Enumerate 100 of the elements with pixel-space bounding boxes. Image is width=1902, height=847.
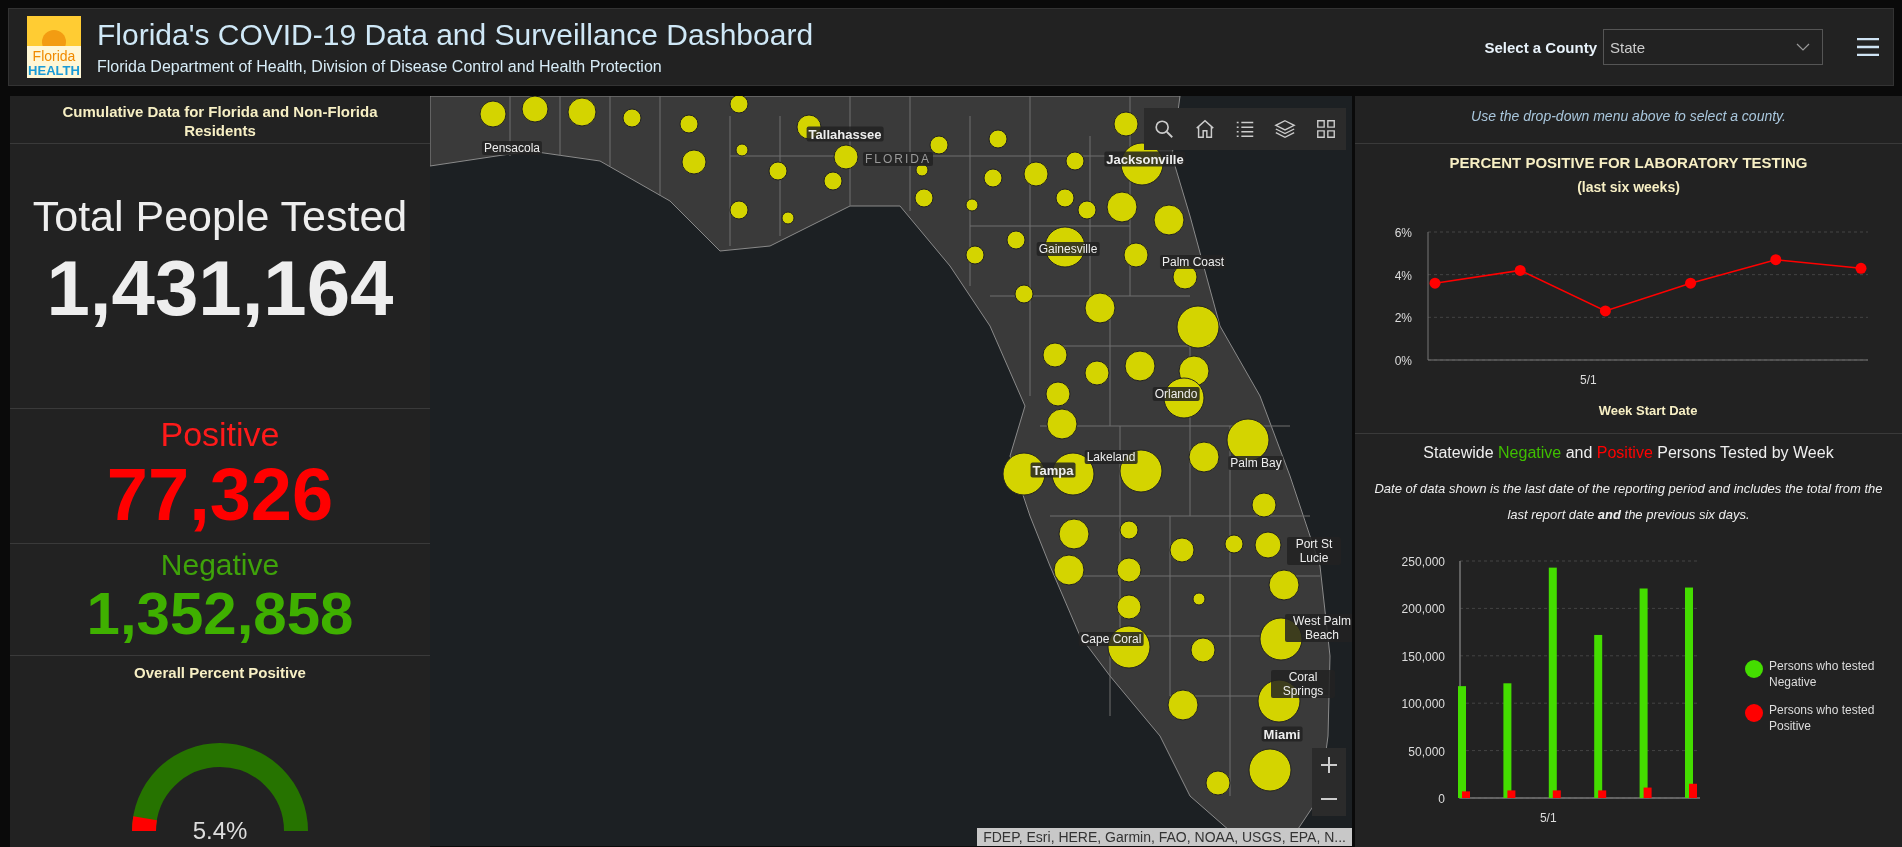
- case-circle[interactable]: [1045, 381, 1071, 407]
- case-circle[interactable]: [988, 129, 1008, 149]
- case-circle[interactable]: [1190, 637, 1216, 663]
- case-circle[interactable]: [781, 211, 795, 225]
- data-point[interactable]: [1514, 264, 1526, 276]
- case-circle[interactable]: [479, 100, 507, 128]
- case-circle[interactable]: [681, 149, 707, 175]
- data-point[interactable]: [1429, 277, 1441, 289]
- case-circle[interactable]: [1046, 408, 1078, 440]
- case-circle[interactable]: [1123, 242, 1149, 268]
- case-circle[interactable]: [1113, 111, 1139, 137]
- case-circle[interactable]: [1023, 161, 1049, 187]
- case-circle[interactable]: [1205, 770, 1231, 796]
- map-label: Orlando: [1152, 387, 1200, 401]
- case-circle[interactable]: [1176, 305, 1220, 349]
- map-label: Palm Bay: [1228, 456, 1284, 470]
- case-circle[interactable]: [1116, 557, 1142, 583]
- map-view[interactable]: [430, 96, 1352, 846]
- case-circle[interactable]: [1248, 748, 1292, 792]
- axis-tick-label: 5/1: [1580, 373, 1597, 387]
- map-label: FLORIDA: [863, 152, 933, 166]
- case-circle[interactable]: [735, 143, 749, 157]
- axis-tick-label: 150,000: [1401, 649, 1445, 664]
- florida-health-logo: Florida HEALTH: [27, 16, 81, 78]
- grid-icon[interactable]: [1314, 118, 1337, 140]
- case-circle[interactable]: [1042, 342, 1068, 368]
- case-circle[interactable]: [1169, 537, 1195, 563]
- chart-bar[interactable]: [1552, 790, 1561, 798]
- case-circle[interactable]: [1084, 292, 1116, 324]
- case-circle[interactable]: [1077, 200, 1097, 220]
- case-circle[interactable]: [567, 97, 597, 127]
- chart-bar[interactable]: [1689, 783, 1697, 798]
- axis-tick-label: 0: [1438, 792, 1445, 806]
- menu-icon[interactable]: [1857, 38, 1879, 56]
- case-circle[interactable]: [1084, 360, 1110, 386]
- map-attribution: FDEP, Esri, HERE, Garmin, FAO, NOAA, USGS, EPA, N...: [977, 828, 1352, 846]
- total-label: Total People Tested: [31, 192, 409, 241]
- case-circle[interactable]: [1014, 284, 1034, 304]
- case-circle[interactable]: [929, 135, 949, 155]
- case-circle[interactable]: [965, 198, 979, 212]
- chart-bar[interactable]: [1639, 588, 1648, 798]
- axis-tick-label: 6%: [1394, 226, 1412, 240]
- case-circle[interactable]: [1268, 569, 1300, 601]
- summary-heading: Cumulative Data for Florida and Non-Florida Residents: [10, 96, 430, 144]
- case-circle[interactable]: [823, 171, 843, 191]
- case-circle[interactable]: [914, 188, 934, 208]
- map-label: Lakeland: [1084, 450, 1138, 464]
- case-circle[interactable]: [1124, 350, 1156, 382]
- case-circle[interactable]: [679, 114, 699, 134]
- case-circle[interactable]: [1119, 520, 1139, 540]
- search-icon[interactable]: [1153, 118, 1176, 140]
- data-point[interactable]: [1685, 277, 1697, 289]
- case-circle[interactable]: [1192, 592, 1206, 606]
- legend-label: Persons who tested Positive: [1769, 702, 1876, 734]
- map-label: Tallahassee: [806, 126, 884, 142]
- dashboard-subtitle: Florida Department of Health, Division of Disease Control and Health Protection: [97, 58, 663, 76]
- case-circle[interactable]: [1065, 151, 1085, 171]
- axis-tick-label: 250,000: [1401, 555, 1445, 569]
- chart-bar[interactable]: [1594, 634, 1603, 798]
- case-circle[interactable]: [1058, 518, 1090, 550]
- chart-subtitle: (last six weeks): [1576, 179, 1681, 195]
- case-circle[interactable]: [1106, 191, 1138, 223]
- chart-bar[interactable]: [1598, 790, 1607, 798]
- case-circle[interactable]: [965, 245, 985, 265]
- positive-label: Positive: [159, 415, 281, 454]
- case-circle[interactable]: [1167, 689, 1199, 721]
- positive-value: 77,326: [105, 458, 335, 532]
- county-dropdown[interactable]: State: [1603, 29, 1823, 65]
- map-label: Port St Lucie: [1287, 537, 1341, 565]
- case-circle[interactable]: [1055, 188, 1075, 208]
- layers-icon[interactable]: [1274, 118, 1297, 140]
- select-label: Select a County: [1484, 38, 1597, 56]
- case-circle[interactable]: [1153, 204, 1185, 236]
- chart-bar[interactable]: [1503, 683, 1512, 798]
- negative-value: 1,352,858: [85, 584, 355, 644]
- case-circle[interactable]: [983, 168, 1003, 188]
- axis-tick-label: 5/1: [1539, 811, 1557, 825]
- case-circle[interactable]: [622, 108, 642, 128]
- total-value: 1,431,164: [45, 243, 395, 334]
- data-point[interactable]: [1770, 254, 1782, 266]
- case-circle[interactable]: [1224, 534, 1244, 554]
- case-circle[interactable]: [1188, 441, 1220, 473]
- case-circle[interactable]: [768, 161, 788, 181]
- case-circle[interactable]: [1116, 594, 1142, 620]
- case-circle[interactable]: [729, 200, 749, 220]
- case-circle[interactable]: [1006, 230, 1026, 250]
- data-point[interactable]: [1599, 305, 1611, 317]
- case-circle[interactable]: [1053, 554, 1085, 586]
- chart-bar[interactable]: [1548, 567, 1557, 798]
- data-point[interactable]: [1855, 262, 1867, 274]
- chart-bar[interactable]: [1507, 790, 1516, 798]
- percent-positive-heading: Overall Percent Positive: [133, 664, 307, 681]
- home-icon[interactable]: [1193, 118, 1216, 140]
- chart-bar[interactable]: [1643, 787, 1652, 798]
- case-circle[interactable]: [833, 144, 859, 170]
- case-circle[interactable]: [1251, 492, 1277, 518]
- case-circle[interactable]: [1254, 531, 1282, 559]
- map-label: Miami: [1261, 726, 1303, 742]
- map-label: Tampa: [1030, 462, 1076, 478]
- map-label: Cape Coral: [1078, 632, 1144, 646]
